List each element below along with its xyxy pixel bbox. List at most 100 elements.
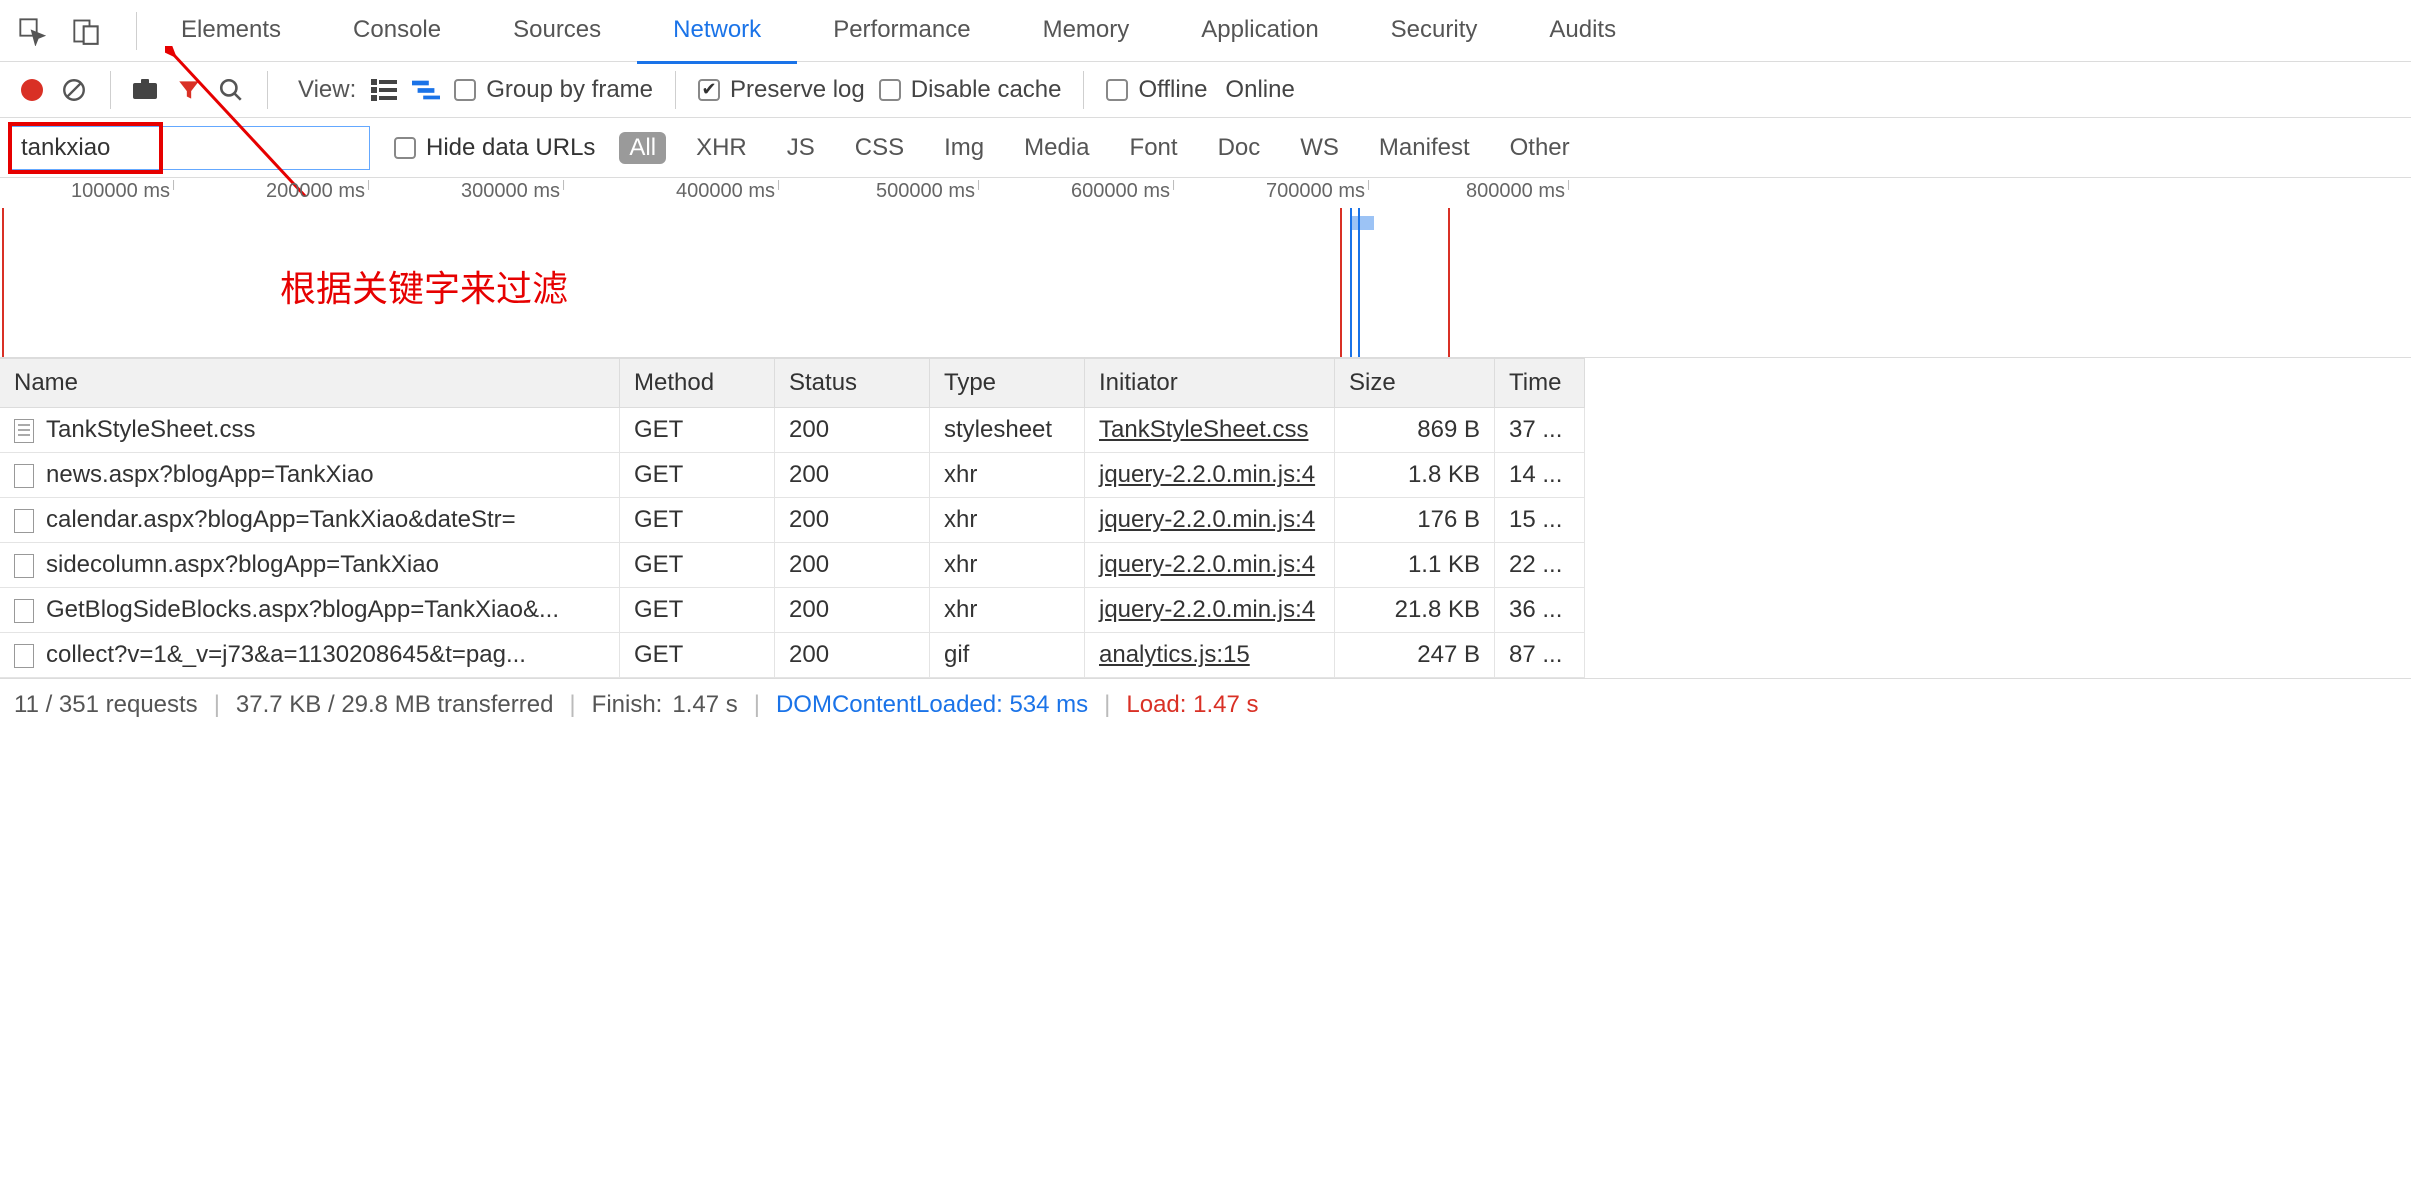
timeline-marker xyxy=(1358,208,1360,357)
table-cell-type: stylesheet xyxy=(930,408,1085,453)
table-cell-name[interactable]: calendar.aspx?blogApp=TankXiao&dateStr= xyxy=(0,498,620,543)
filter-icon[interactable] xyxy=(175,76,203,104)
offline-checkbox[interactable] xyxy=(1106,79,1128,101)
status-finish-label: Finish: xyxy=(592,691,663,719)
tab-application[interactable]: Application xyxy=(1165,0,1354,63)
separator xyxy=(110,71,111,109)
tab-sources[interactable]: Sources xyxy=(477,0,637,63)
filter-chip-img[interactable]: Img xyxy=(934,132,994,164)
preserve-log-label: Preserve log xyxy=(730,76,865,104)
table-cell-time: 87 ... xyxy=(1495,633,1585,678)
timeline-overview[interactable]: 100000 ms200000 ms300000 ms400000 ms5000… xyxy=(0,178,2411,358)
clear-icon[interactable] xyxy=(60,76,88,104)
table-cell-size: 21.8 KB xyxy=(1335,588,1495,633)
table-cell-initiator[interactable]: jquery-2.2.0.min.js:4 xyxy=(1085,453,1335,498)
table-cell-status: 200 xyxy=(775,588,930,633)
table-cell-type: xhr xyxy=(930,543,1085,588)
filter-chip-xhr[interactable]: XHR xyxy=(686,132,757,164)
search-icon[interactable] xyxy=(217,76,245,104)
waterfall-view-icon[interactable] xyxy=(412,76,440,104)
tab-memory[interactable]: Memory xyxy=(1007,0,1166,63)
disable-cache-checkbox[interactable] xyxy=(879,79,901,101)
filter-chip-manifest[interactable]: Manifest xyxy=(1369,132,1480,164)
filter-chip-font[interactable]: Font xyxy=(1120,132,1188,164)
filter-chip-js[interactable]: JS xyxy=(777,132,825,164)
table-cell-status: 200 xyxy=(775,498,930,543)
status-bar: 11 / 351 requests | 37.7 KB / 29.8 MB tr… xyxy=(0,678,2411,731)
filter-chip-other[interactable]: Other xyxy=(1500,132,1580,164)
tab-performance[interactable]: Performance xyxy=(797,0,1006,63)
group-by-frame-checkbox[interactable] xyxy=(454,79,476,101)
tab-network[interactable]: Network xyxy=(637,0,797,64)
table-cell-size: 869 B xyxy=(1335,408,1495,453)
table-cell-method: GET xyxy=(620,588,775,633)
hide-data-urls-checkbox[interactable] xyxy=(394,137,416,159)
filter-chip-media[interactable]: Media xyxy=(1014,132,1099,164)
table-cell-initiator[interactable]: jquery-2.2.0.min.js:4 xyxy=(1085,543,1335,588)
timeline-tick: 700000 ms xyxy=(1266,180,1365,203)
status-dcl-value: 534 ms xyxy=(1009,691,1088,718)
table-cell-type: xhr xyxy=(930,453,1085,498)
capture-screenshots-icon[interactable] xyxy=(133,76,161,104)
table-cell-method: GET xyxy=(620,543,775,588)
table-header-name[interactable]: Name xyxy=(0,358,620,408)
table-cell-name[interactable]: GetBlogSideBlocks.aspx?blogApp=TankXiao&… xyxy=(0,588,620,633)
table-cell-name[interactable]: collect?v=1&_v=j73&a=1130208645&t=pag... xyxy=(0,633,620,678)
table-cell-initiator[interactable]: jquery-2.2.0.min.js:4 xyxy=(1085,498,1335,543)
table-cell-size: 1.1 KB xyxy=(1335,543,1495,588)
large-rows-icon[interactable] xyxy=(370,76,398,104)
table-cell-status: 200 xyxy=(775,633,930,678)
tab-console[interactable]: Console xyxy=(317,0,477,63)
status-load-label: Load: xyxy=(1126,691,1186,718)
file-icon xyxy=(14,509,34,533)
separator xyxy=(675,71,676,109)
status-finish-value: 1.47 s xyxy=(672,691,737,719)
filter-chip-ws[interactable]: WS xyxy=(1290,132,1349,164)
network-table: NameMethodStatusTypeInitiatorSizeTime Tan… xyxy=(0,358,2411,678)
view-label: View: xyxy=(298,76,356,104)
table-cell-method: GET xyxy=(620,498,775,543)
table-cell-size: 1.8 KB xyxy=(1335,453,1495,498)
table-cell-type: xhr xyxy=(930,498,1085,543)
table-cell-size: 176 B xyxy=(1335,498,1495,543)
table-header-size[interactable]: Size xyxy=(1335,358,1495,408)
devtools-tabstrip: ElementsConsoleSourcesNetworkPerformance… xyxy=(0,0,2411,62)
table-cell-name[interactable]: TankStyleSheet.css xyxy=(0,408,620,453)
filter-chip-doc[interactable]: Doc xyxy=(1208,132,1271,164)
file-icon xyxy=(14,419,34,443)
file-icon xyxy=(14,599,34,623)
table-cell-initiator[interactable]: jquery-2.2.0.min.js:4 xyxy=(1085,588,1335,633)
table-cell-type: gif xyxy=(930,633,1085,678)
table-header-initiator[interactable]: Initiator xyxy=(1085,358,1335,408)
file-icon xyxy=(14,464,34,488)
filter-input[interactable] xyxy=(10,126,370,170)
table-cell-method: GET xyxy=(620,408,775,453)
table-header-type[interactable]: Type xyxy=(930,358,1085,408)
table-cell-initiator[interactable]: analytics.js:15 xyxy=(1085,633,1335,678)
table-header-method[interactable]: Method xyxy=(620,358,775,408)
tab-audits[interactable]: Audits xyxy=(1513,0,1652,63)
table-cell-status: 200 xyxy=(775,408,930,453)
table-cell-status: 200 xyxy=(775,453,930,498)
preserve-log-checkbox[interactable] xyxy=(698,79,720,101)
inspect-element-icon[interactable] xyxy=(18,17,46,45)
table-cell-name[interactable]: sidecolumn.aspx?blogApp=TankXiao xyxy=(0,543,620,588)
table-header-time[interactable]: Time xyxy=(1495,358,1585,408)
tab-security[interactable]: Security xyxy=(1355,0,1514,63)
filter-chip-all[interactable]: All xyxy=(619,132,666,164)
table-cell-initiator[interactable]: TankStyleSheet.css xyxy=(1085,408,1335,453)
record-button[interactable] xyxy=(18,76,46,104)
file-icon xyxy=(14,644,34,668)
status-load-value: 1.47 s xyxy=(1193,691,1258,718)
online-label[interactable]: Online xyxy=(1225,76,1294,104)
tab-elements[interactable]: Elements xyxy=(145,0,317,63)
timeline-tick: 300000 ms xyxy=(461,180,560,203)
table-cell-name[interactable]: news.aspx?blogApp=TankXiao xyxy=(0,453,620,498)
toggle-device-icon[interactable] xyxy=(72,17,100,45)
file-icon xyxy=(14,554,34,578)
filter-chip-css[interactable]: CSS xyxy=(845,132,914,164)
table-cell-time: 15 ... xyxy=(1495,498,1585,543)
disable-cache-label: Disable cache xyxy=(911,76,1062,104)
table-header-status[interactable]: Status xyxy=(775,358,930,408)
table-cell-time: 14 ... xyxy=(1495,453,1585,498)
